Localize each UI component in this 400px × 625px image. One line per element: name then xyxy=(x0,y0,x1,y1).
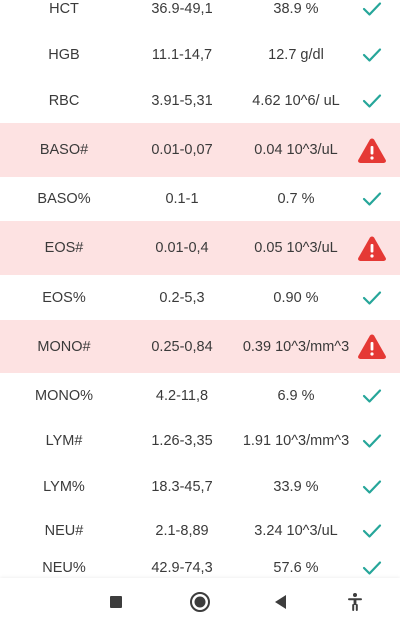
result-row[interactable]: MONO# 0.25-0,84 0.39 10^3/mm^3 xyxy=(0,320,400,373)
check-icon xyxy=(362,2,382,16)
back-button[interactable] xyxy=(269,590,293,614)
check-icon xyxy=(362,479,382,494)
test-name: MONO# xyxy=(37,338,91,355)
check-icon xyxy=(362,93,382,108)
status-ok xyxy=(354,472,390,502)
warning-triangle-icon xyxy=(358,236,386,261)
recents-button[interactable] xyxy=(104,590,128,614)
status-ok xyxy=(354,283,390,313)
test-name: LYM# xyxy=(45,433,83,449)
result-row[interactable]: MONO% 4.2-11,8 6.9 % xyxy=(0,373,400,418)
result-row[interactable]: RBC 3.91-5,31 4.62 10^6/ uL xyxy=(0,78,400,123)
result-value: 0.90 % xyxy=(273,289,319,306)
result-row[interactable]: BASO# 0.01-0,07 0.04 10^3/uL xyxy=(0,123,400,177)
check-icon xyxy=(362,388,382,403)
result-value: 0.39 10^3/mm^3 xyxy=(242,338,350,355)
home-button[interactable] xyxy=(188,590,212,614)
test-name: NEU# xyxy=(44,523,84,539)
square-icon xyxy=(110,596,122,608)
result-value: 12.7 g/dl xyxy=(268,47,324,63)
test-name: NEU% xyxy=(42,560,86,576)
reference-range: 0.1-1 xyxy=(165,191,199,207)
system-navigation-bar xyxy=(0,578,400,625)
status-warning xyxy=(354,135,390,165)
status-ok xyxy=(354,184,390,214)
reference-range: 1.26-3,35 xyxy=(151,433,213,449)
result-value: 33.9 % xyxy=(273,478,319,495)
test-name: HCT xyxy=(49,1,79,17)
warning-triangle-icon xyxy=(358,138,386,163)
test-name: EOS# xyxy=(44,240,84,256)
warning-triangle-icon xyxy=(358,334,386,359)
reference-range: 18.3-45,7 xyxy=(151,478,213,495)
back-triangle-icon xyxy=(275,595,286,609)
reference-range: 0.01-0,07 xyxy=(151,142,213,158)
check-icon xyxy=(362,524,382,538)
check-icon xyxy=(362,48,382,62)
reference-range: 4.2-11,8 xyxy=(155,387,209,404)
test-name: RBC xyxy=(48,92,80,109)
test-name: BASO# xyxy=(39,142,89,158)
accessibility-icon xyxy=(348,593,362,611)
circle-icon xyxy=(190,592,210,612)
test-name: MONO% xyxy=(35,387,93,404)
reference-range: 0.25-0,84 xyxy=(151,338,213,355)
test-name: EOS% xyxy=(42,289,86,306)
result-value: 38.9 % xyxy=(273,1,319,17)
status-ok xyxy=(354,0,390,24)
check-icon xyxy=(362,290,382,305)
test-name: BASO% xyxy=(37,191,91,207)
reference-range: 42.9-74,3 xyxy=(151,560,213,576)
status-warning xyxy=(354,233,390,263)
result-row[interactable]: EOS% 0.2-5,3 0.90 % xyxy=(0,275,400,320)
result-value: 1.91 10^3/mm^3 xyxy=(242,433,350,449)
reference-range: 0.01-0,4 xyxy=(155,240,209,256)
result-value: 0.04 10^3/uL xyxy=(254,142,338,158)
result-value: 0.05 10^3/uL xyxy=(254,240,338,256)
reference-range: 0.2-5,3 xyxy=(159,289,205,306)
result-row[interactable]: HCT 36.9-49,1 38.9 % xyxy=(0,0,400,33)
reference-range: 11.1-14,7 xyxy=(151,47,213,63)
status-ok xyxy=(354,381,390,411)
status-ok xyxy=(354,426,390,456)
reference-range: 3.91-5,31 xyxy=(151,92,213,109)
check-icon xyxy=(362,434,382,448)
reference-range: 36.9-49,1 xyxy=(151,1,213,17)
result-row[interactable]: HGB 11.1-14,7 12.7 g/dl xyxy=(0,32,400,78)
lab-results-screen: HCT 36.9-49,1 38.9 % HGB 11.1-14,7 12.7 g/dl R… xyxy=(0,0,400,625)
status-ok xyxy=(354,86,390,116)
check-icon xyxy=(362,192,382,206)
result-row[interactable]: LYM% 18.3-45,7 33.9 % xyxy=(0,464,400,509)
result-value: 6.9 % xyxy=(277,387,315,404)
status-ok xyxy=(354,516,390,546)
reference-range: 2.1-8,89 xyxy=(155,523,209,539)
status-warning xyxy=(354,332,390,362)
result-value: 4.62 10^6/ uL xyxy=(252,92,340,109)
result-value: 3.24 10^3/uL xyxy=(254,523,338,539)
result-value: 57.6 % xyxy=(273,560,319,576)
test-name: LYM% xyxy=(43,478,85,495)
status-ok xyxy=(354,40,390,70)
accessibility-button[interactable] xyxy=(343,590,367,614)
result-row[interactable]: LYM# 1.26-3,35 1.91 10^3/mm^3 xyxy=(0,418,400,464)
result-row[interactable]: NEU# 2.1-8,89 3.24 10^3/uL xyxy=(0,509,400,553)
check-icon xyxy=(362,561,382,575)
result-row[interactable]: BASO% 0.1-1 0.7 % xyxy=(0,177,400,221)
result-row[interactable]: EOS# 0.01-0,4 0.05 10^3/uL xyxy=(0,221,400,275)
result-value: 0.7 % xyxy=(277,191,315,207)
test-name: HGB xyxy=(48,47,80,63)
